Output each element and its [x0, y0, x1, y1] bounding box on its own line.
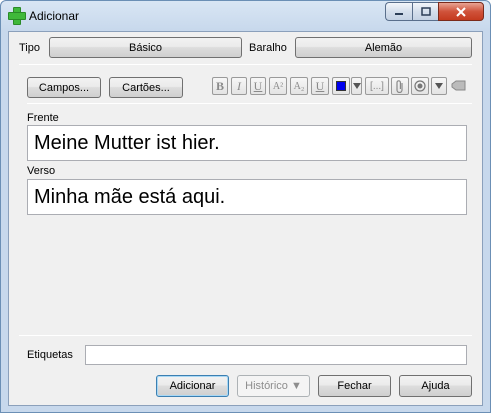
close-icon [456, 6, 466, 17]
attach-button[interactable] [391, 77, 409, 95]
tags-label: Etiquetas [27, 349, 73, 361]
cards-button[interactable]: Cartões... [109, 77, 183, 98]
italic-button[interactable]: I [231, 77, 247, 95]
note-type-button[interactable]: Básico [49, 37, 242, 58]
help-button[interactable]: Ajuda [399, 375, 472, 397]
more-menu-button[interactable] [431, 77, 447, 95]
maximize-icon [420, 7, 431, 16]
tags-input[interactable] [85, 345, 467, 365]
deck-button[interactable]: Alemão [295, 37, 472, 58]
front-field[interactable]: Meine Mutter ist hier. [27, 125, 467, 161]
color-menu-button[interactable] [351, 77, 362, 95]
back-field-label: Verso [27, 165, 56, 177]
fields-button[interactable]: Campos... [27, 77, 101, 98]
cloze-button[interactable]: [...] [365, 77, 389, 95]
paperclip-icon [396, 79, 403, 93]
window-controls [385, 2, 484, 22]
deck-label: Baralho [249, 42, 287, 54]
triangle-down-icon [435, 83, 443, 89]
type-label: Tipo [19, 42, 40, 54]
subscript-button[interactable]: A₂ [290, 77, 308, 95]
add-dialog-window: Adicionar Tipo Básico Baralho Alemão Cam… [0, 0, 491, 413]
separator [19, 64, 472, 65]
superscript-button[interactable]: A² [269, 77, 287, 95]
window-title: Adicionar [29, 9, 80, 23]
bold-button[interactable]: B [212, 77, 228, 95]
separator [19, 335, 472, 336]
record-icon [414, 80, 426, 92]
separator [27, 103, 472, 104]
record-button[interactable] [411, 77, 429, 95]
dialog-body: Tipo Básico Baralho Alemão Campos... Car… [8, 31, 483, 406]
front-field-label: Frente [27, 112, 59, 124]
add-button[interactable]: Adicionar [156, 375, 229, 397]
title-bar[interactable]: Adicionar [1, 1, 490, 31]
minimize-button[interactable] [385, 2, 412, 21]
maximize-button[interactable] [412, 2, 438, 21]
tag-icon [451, 80, 466, 91]
back-field[interactable]: Minha mãe está aqui. [27, 179, 467, 215]
history-button[interactable]: Histórico ▼ [237, 375, 310, 397]
tag-button[interactable] [450, 77, 468, 95]
plus-icon [8, 7, 26, 25]
underline-button[interactable]: U [250, 77, 266, 95]
minimize-icon [395, 12, 403, 15]
clear-format-button[interactable]: U [311, 77, 329, 95]
triangle-down-icon [352, 83, 361, 89]
close-button[interactable]: Fechar [318, 375, 391, 397]
color-swatch-icon [336, 81, 346, 91]
text-color-button[interactable] [332, 77, 350, 95]
close-window-button[interactable] [438, 2, 484, 21]
